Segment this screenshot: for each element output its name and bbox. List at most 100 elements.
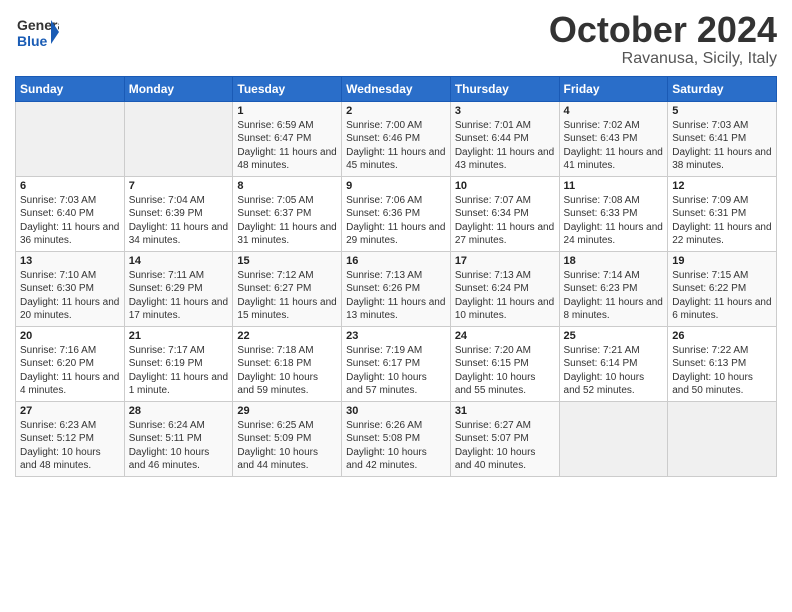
calendar-cell: 19 Sunrise: 7:15 AMSunset: 6:22 PMDayligh… (668, 251, 777, 326)
weekday-header-sunday: Sunday (16, 76, 125, 101)
cell-content: Sunrise: 7:15 AMSunset: 6:22 PMDaylight:… (672, 269, 772, 323)
calendar-cell: 8 Sunrise: 7:05 AMSunset: 6:37 PMDaylight… (233, 176, 342, 251)
day-number: 24 (455, 330, 555, 342)
cell-content: Sunrise: 7:02 AMSunset: 6:43 PMDaylight:… (564, 119, 664, 173)
cell-content: Sunrise: 7:11 AMSunset: 6:29 PMDaylight:… (129, 269, 229, 323)
calendar-cell: 6 Sunrise: 7:03 AMSunset: 6:40 PMDaylight… (16, 176, 125, 251)
day-number: 27 (20, 405, 120, 417)
cell-content: Sunrise: 7:13 AMSunset: 6:26 PMDaylight:… (346, 269, 446, 323)
title-block: October 2024 Ravanusa, Sicily, Italy (549, 10, 777, 68)
cell-content: Sunrise: 6:25 AMSunset: 5:09 PMDaylight:… (237, 419, 337, 473)
calendar-cell: 16 Sunrise: 7:13 AMSunset: 6:26 PMDayligh… (342, 251, 451, 326)
calendar-cell: 21 Sunrise: 7:17 AMSunset: 6:19 PMDayligh… (124, 326, 233, 401)
day-number: 10 (455, 180, 555, 192)
cell-content: Sunrise: 7:03 AMSunset: 6:40 PMDaylight:… (20, 194, 120, 248)
day-number: 7 (129, 180, 229, 192)
calendar-week-5: 27Sunrise: 6:23 AMSunset: 5:12 PMDayligh… (16, 401, 777, 476)
day-number: 2 (346, 105, 446, 117)
day-number: 25 (564, 330, 664, 342)
calendar-cell: 27Sunrise: 6:23 AMSunset: 5:12 PMDayligh… (16, 401, 125, 476)
weekday-header-saturday: Saturday (668, 76, 777, 101)
calendar-header-row: SundayMondayTuesdayWednesdayThursdayFrid… (16, 76, 777, 101)
cell-content: Sunrise: 7:16 AMSunset: 6:20 PMDaylight:… (20, 344, 120, 398)
cell-content: Sunrise: 6:27 AMSunset: 5:07 PMDaylight:… (455, 419, 555, 473)
header: General Blue October 2024 Ravanusa, Sici… (15, 10, 777, 68)
day-number: 6 (20, 180, 120, 192)
calendar-cell: 23Sunrise: 7:19 AMSunset: 6:17 PMDayligh… (342, 326, 451, 401)
cell-content: Sunrise: 6:59 AMSunset: 6:47 PMDaylight:… (237, 119, 337, 173)
day-number: 4 (564, 105, 664, 117)
day-number: 5 (672, 105, 772, 117)
page: General Blue October 2024 Ravanusa, Sici… (0, 0, 792, 612)
weekday-header-friday: Friday (559, 76, 668, 101)
cell-content: Sunrise: 7:20 AMSunset: 6:15 PMDaylight:… (455, 344, 555, 398)
calendar-cell: 1 Sunrise: 6:59 AMSunset: 6:47 PMDaylight… (233, 101, 342, 176)
calendar-table: SundayMondayTuesdayWednesdayThursdayFrid… (15, 76, 777, 477)
calendar-cell: 30 Sunrise: 6:26 AMSunset: 5:08 PMDayligh… (342, 401, 451, 476)
cell-content: Sunrise: 7:22 AMSunset: 6:13 PMDaylight:… (672, 344, 772, 398)
day-number: 30 (346, 405, 446, 417)
calendar-cell: 24 Sunrise: 7:20 AMSunset: 6:15 PMDayligh… (450, 326, 559, 401)
calendar-cell: 17 Sunrise: 7:13 AMSunset: 6:24 PMDayligh… (450, 251, 559, 326)
cell-content: Sunrise: 7:17 AMSunset: 6:19 PMDaylight:… (129, 344, 229, 398)
page-title: October 2024 (549, 10, 777, 50)
calendar-cell: 13 Sunrise: 7:10 AMSunset: 6:30 PMDayligh… (16, 251, 125, 326)
cell-content: Sunrise: 7:14 AMSunset: 6:23 PMDaylight:… (564, 269, 664, 323)
cell-content: Sunrise: 7:10 AMSunset: 6:30 PMDaylight:… (20, 269, 120, 323)
day-number: 26 (672, 330, 772, 342)
cell-content: Sunrise: 7:19 AMSunset: 6:17 PMDaylight:… (346, 344, 446, 398)
day-number: 19 (672, 255, 772, 267)
day-number: 3 (455, 105, 555, 117)
day-number: 21 (129, 330, 229, 342)
cell-content: Sunrise: 7:07 AMSunset: 6:34 PMDaylight:… (455, 194, 555, 248)
weekday-header-wednesday: Wednesday (342, 76, 451, 101)
cell-content: Sunrise: 6:24 AMSunset: 5:11 PMDaylight:… (129, 419, 229, 473)
calendar-cell: 3 Sunrise: 7:01 AMSunset: 6:44 PMDaylight… (450, 101, 559, 176)
day-number: 16 (346, 255, 446, 267)
day-number: 8 (237, 180, 337, 192)
cell-content: Sunrise: 7:01 AMSunset: 6:44 PMDaylight:… (455, 119, 555, 173)
calendar-cell: 12 Sunrise: 7:09 AMSunset: 6:31 PMDayligh… (668, 176, 777, 251)
calendar-week-3: 13 Sunrise: 7:10 AMSunset: 6:30 PMDayligh… (16, 251, 777, 326)
day-number: 20 (20, 330, 120, 342)
cell-content: Sunrise: 7:00 AMSunset: 6:46 PMDaylight:… (346, 119, 446, 173)
calendar-cell: 10 Sunrise: 7:07 AMSunset: 6:34 PMDayligh… (450, 176, 559, 251)
weekday-header-tuesday: Tuesday (233, 76, 342, 101)
page-subtitle: Ravanusa, Sicily, Italy (549, 50, 777, 68)
calendar-cell: 4 Sunrise: 7:02 AMSunset: 6:43 PMDaylight… (559, 101, 668, 176)
cell-content: Sunrise: 7:13 AMSunset: 6:24 PMDaylight:… (455, 269, 555, 323)
cell-content: Sunrise: 7:08 AMSunset: 6:33 PMDaylight:… (564, 194, 664, 248)
calendar-week-2: 6 Sunrise: 7:03 AMSunset: 6:40 PMDaylight… (16, 176, 777, 251)
calendar-cell (668, 401, 777, 476)
calendar-cell (124, 101, 233, 176)
day-number: 15 (237, 255, 337, 267)
calendar-cell: 26 Sunrise: 7:22 AMSunset: 6:13 PMDayligh… (668, 326, 777, 401)
calendar-cell: 29Sunrise: 6:25 AMSunset: 5:09 PMDayligh… (233, 401, 342, 476)
calendar-cell: 22 Sunrise: 7:18 AMSunset: 6:18 PMDayligh… (233, 326, 342, 401)
calendar-cell: 31 Sunrise: 6:27 AMSunset: 5:07 PMDayligh… (450, 401, 559, 476)
day-number: 11 (564, 180, 664, 192)
calendar-cell (559, 401, 668, 476)
cell-content: Sunrise: 7:03 AMSunset: 6:41 PMDaylight:… (672, 119, 772, 173)
day-number: 13 (20, 255, 120, 267)
cell-content: Sunrise: 6:26 AMSunset: 5:08 PMDaylight:… (346, 419, 446, 473)
cell-content: Sunrise: 7:09 AMSunset: 6:31 PMDaylight:… (672, 194, 772, 248)
calendar-cell: 18Sunrise: 7:14 AMSunset: 6:23 PMDayligh… (559, 251, 668, 326)
cell-content: Sunrise: 7:06 AMSunset: 6:36 PMDaylight:… (346, 194, 446, 248)
calendar-cell: 2 Sunrise: 7:00 AMSunset: 6:46 PMDaylight… (342, 101, 451, 176)
weekday-header-monday: Monday (124, 76, 233, 101)
day-number: 12 (672, 180, 772, 192)
day-number: 28 (129, 405, 229, 417)
svg-text:Blue: Blue (17, 33, 48, 49)
logo: General Blue (15, 10, 59, 59)
cell-content: Sunrise: 7:18 AMSunset: 6:18 PMDaylight:… (237, 344, 337, 398)
calendar-week-4: 20 Sunrise: 7:16 AMSunset: 6:20 PMDayligh… (16, 326, 777, 401)
calendar-cell: 14Sunrise: 7:11 AMSunset: 6:29 PMDayligh… (124, 251, 233, 326)
day-number: 1 (237, 105, 337, 117)
calendar-cell: 25Sunrise: 7:21 AMSunset: 6:14 PMDayligh… (559, 326, 668, 401)
cell-content: Sunrise: 7:05 AMSunset: 6:37 PMDaylight:… (237, 194, 337, 248)
day-number: 31 (455, 405, 555, 417)
calendar-cell: 28 Sunrise: 6:24 AMSunset: 5:11 PMDayligh… (124, 401, 233, 476)
day-number: 22 (237, 330, 337, 342)
day-number: 17 (455, 255, 555, 267)
